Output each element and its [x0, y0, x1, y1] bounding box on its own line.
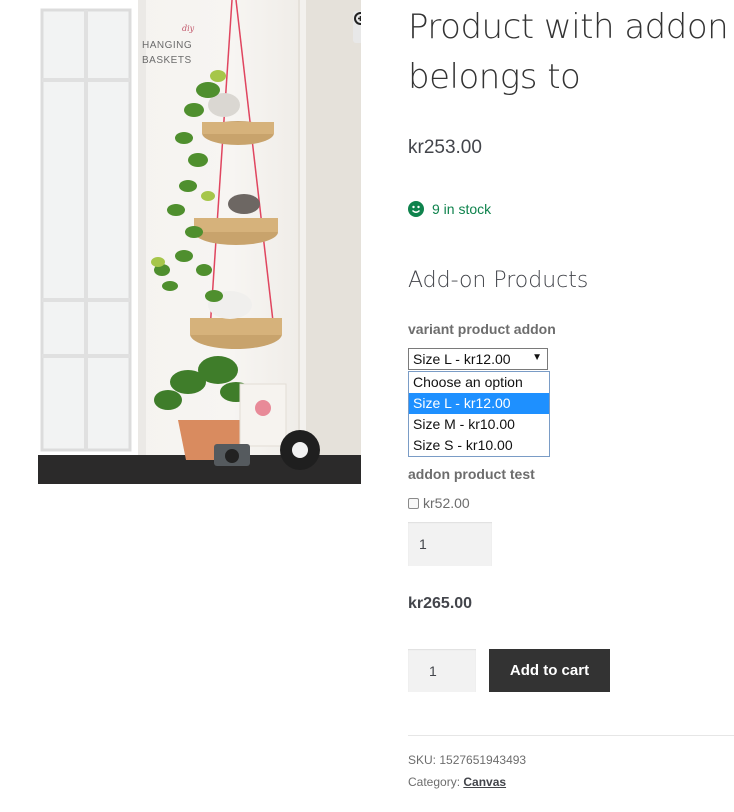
product-image[interactable]: diy HANGING BASKETS [38, 0, 361, 484]
image-caption: HANGING BASKETS [142, 38, 192, 68]
image-caption-small: diy [182, 24, 195, 33]
divider [408, 735, 734, 736]
total-price: kr265.00 [408, 595, 473, 612]
hanging-baskets-photo [38, 0, 361, 484]
test-addon-quantity-input[interactable]: 1 [408, 522, 492, 566]
category-label: Category: [408, 775, 464, 789]
product-price: kr253.00 [408, 137, 482, 158]
category-meta: Category: Canvas [408, 775, 506, 789]
stock-status: 9 in stock [408, 201, 491, 217]
select-option-size-l[interactable]: Size L - kr12.00 [409, 393, 549, 414]
select-option-size-m[interactable]: Size M - kr10.00 [409, 414, 549, 435]
test-addon-label: addon product test [408, 466, 535, 482]
product-title: Product with addon belongs to [408, 7, 729, 97]
sku-meta: SKU: 1527651943493 [408, 753, 526, 767]
test-addon-price: kr52.00 [423, 495, 470, 511]
product-page: diy HANGING BASKETS Product with addon b… [0, 0, 734, 812]
sku-label: SKU: [408, 753, 440, 767]
addons-heading: Add-on Products [408, 268, 589, 293]
zoom-in-icon [354, 12, 361, 25]
cart-quantity-input[interactable]: 1 [408, 649, 476, 692]
caret-down-icon: ▼ [532, 352, 542, 363]
variant-addon-dropdown: Choose an option Size L - kr12.00 Size M… [408, 371, 550, 457]
select-option-size-s[interactable]: Size S - kr10.00 [409, 435, 549, 456]
test-addon-option: kr52.00 [408, 495, 470, 511]
add-to-cart-button[interactable]: Add to cart [489, 649, 610, 692]
stock-text: 9 in stock [432, 201, 492, 217]
variant-addon-selected: Size L - kr12.00 [413, 351, 511, 367]
zoom-button[interactable] [353, 11, 361, 43]
test-addon-checkbox[interactable] [408, 497, 419, 509]
select-option-choose[interactable]: Choose an option [409, 372, 549, 393]
category-link[interactable]: Canvas [463, 775, 506, 789]
smiley-icon [408, 201, 424, 217]
variant-addon-label: variant product addon [408, 321, 556, 337]
image-caption-line2: BASKETS [142, 55, 192, 66]
variant-addon-select[interactable]: Size L - kr12.00 ▼ [408, 348, 548, 370]
sku-value: 1527651943493 [439, 753, 527, 767]
image-caption-line1: HANGING [142, 40, 193, 51]
